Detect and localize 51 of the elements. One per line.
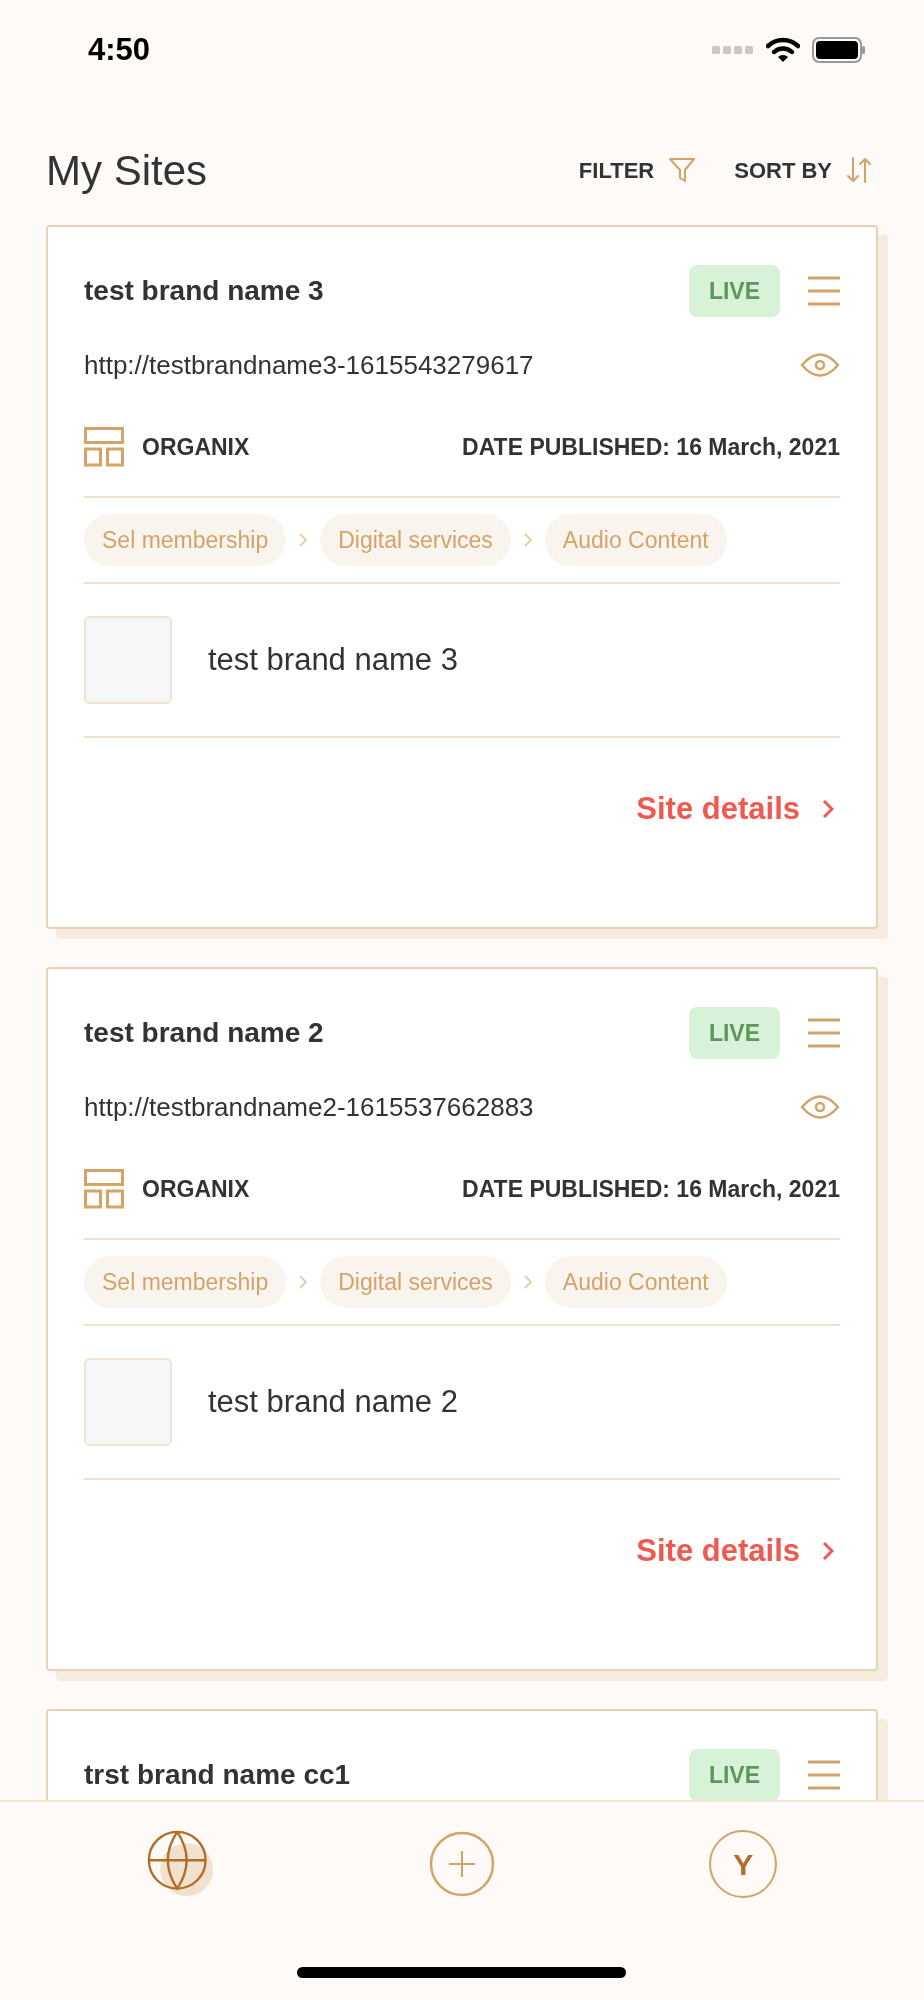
publish-date: DATE PUBLISHED: 16 March, 2021 (462, 432, 840, 462)
site-url[interactable]: http://testbrandname3-1615543279617 (84, 345, 534, 385)
menu-button[interactable] (808, 1760, 840, 1790)
nav-tab[interactable] (428, 1830, 496, 1898)
chevron-icon (298, 532, 309, 548)
site-name: test brand name 2 (84, 1016, 324, 1050)
chevron-right-icon (822, 1540, 834, 1563)
preview-button[interactable] (800, 1094, 840, 1120)
template-name: ORGANIX (142, 1174, 250, 1204)
filter-button[interactable]: FILTER (578, 153, 697, 187)
filter-icon (668, 156, 697, 184)
category-chip: Audio Content (544, 514, 727, 566)
add-icon (428, 1830, 496, 1898)
menu-icon (808, 276, 840, 306)
site-name: trst brand name cc1 (84, 1758, 351, 1792)
category-chip: Sel membership (84, 1256, 287, 1308)
sort-icon (846, 156, 872, 184)
brand-name: test brand name 2 (208, 1382, 458, 1421)
menu-icon (808, 1760, 840, 1790)
battery-icon (812, 37, 866, 63)
wifi-icon (766, 37, 800, 63)
eye-icon (800, 1094, 840, 1120)
chevron-right-icon (822, 798, 834, 821)
page-title: My Sites (46, 145, 208, 196)
status-badge: LIVE (688, 1007, 780, 1059)
eye-icon (800, 352, 840, 378)
chevron-icon (298, 1274, 309, 1290)
nav-tab[interactable] (146, 1830, 215, 1898)
menu-button[interactable] (808, 1018, 840, 1048)
layout-icon (84, 1169, 124, 1209)
brand-name: test brand name 3 (208, 640, 458, 679)
category-chip: Audio Content (544, 1256, 727, 1308)
status-badge: LIVE (688, 265, 780, 317)
status-time: 4:50 (88, 30, 151, 69)
preview-button[interactable] (800, 352, 840, 378)
menu-button[interactable] (808, 276, 840, 306)
category-chip: Digital services (320, 514, 511, 566)
chevron-icon (522, 532, 533, 548)
menu-icon (808, 1018, 840, 1048)
category-chip: Sel membership (84, 514, 287, 566)
signal-icon (712, 45, 754, 55)
layout-icon (84, 427, 124, 467)
template-name: ORGANIX (142, 432, 250, 462)
sort-button[interactable]: SORT BY (734, 153, 872, 187)
category-chip: Digital services (320, 1256, 511, 1308)
chevron-icon (522, 1274, 533, 1290)
publish-date: DATE PUBLISHED: 16 March, 2021 (462, 1174, 840, 1204)
site-url[interactable]: http://testbrandname2-1615537662883 (84, 1087, 534, 1127)
status-badge: LIVE (688, 1749, 780, 1801)
site-name: test brand name 3 (84, 274, 324, 308)
profile-avatar-button[interactable]: Y (709, 1830, 778, 1898)
